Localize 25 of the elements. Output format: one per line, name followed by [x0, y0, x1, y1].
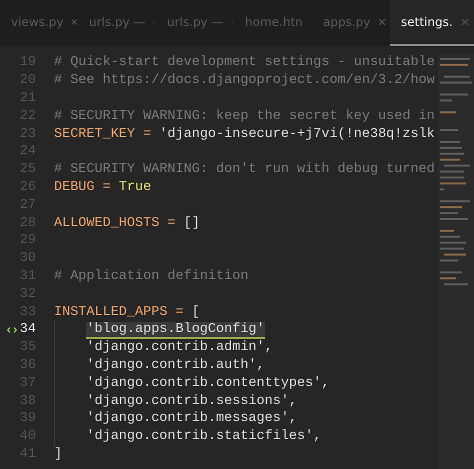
- file-tab[interactable]: urls.py —: [156, 0, 234, 46]
- code-line: # Application definition: [54, 268, 248, 284]
- code-line: ALLOWED_HOSTS = []: [54, 216, 200, 231]
- code-line: 'django.contrib.staticfiles',: [86, 429, 322, 444]
- code-line: DEBUG = True: [54, 180, 152, 195]
- file-tab[interactable]: home.htn: [234, 0, 312, 46]
- code-line: 'django.contrib.contenttypes',: [86, 376, 330, 391]
- code-line: ]: [54, 446, 62, 462]
- code-line: 'django.contrib.admin',: [86, 340, 273, 356]
- file-tab[interactable]: views.py: [0, 0, 78, 46]
- code-line: 'django.contrib.sessions',: [86, 394, 298, 409]
- file-tab[interactable]: urls.py —: [78, 0, 156, 46]
- code-line: SECRET_KEY = 'django-insecure-+j7vi(!ne38q!zslk: [54, 126, 435, 142]
- code-line: # SECURITY WARNING: don't run with debug turned: [54, 162, 435, 178]
- code-line: INSTALLED_APPS = [: [54, 304, 200, 320]
- code-line: 'django.contrib.auth',: [86, 358, 265, 373]
- code-line: # See https://docs.djangoproject.com/en/3.2/how: [54, 73, 435, 88]
- code-line: # SECURITY WARNING: keep the secret key used in: [54, 108, 435, 124]
- code-line: 'django.contrib.messages',: [86, 411, 298, 426]
- code-icon: [6, 326, 17, 333]
- file-tab[interactable]: apps.py: [312, 0, 390, 46]
- file-tab[interactable]: settings.: [390, 0, 474, 46]
- line-number: 34: [20, 322, 36, 338]
- minimap-drawing[interactable]: [438, 54, 474, 469]
- code-line: # Quick-start development settings - unsuitable: [54, 55, 435, 70]
